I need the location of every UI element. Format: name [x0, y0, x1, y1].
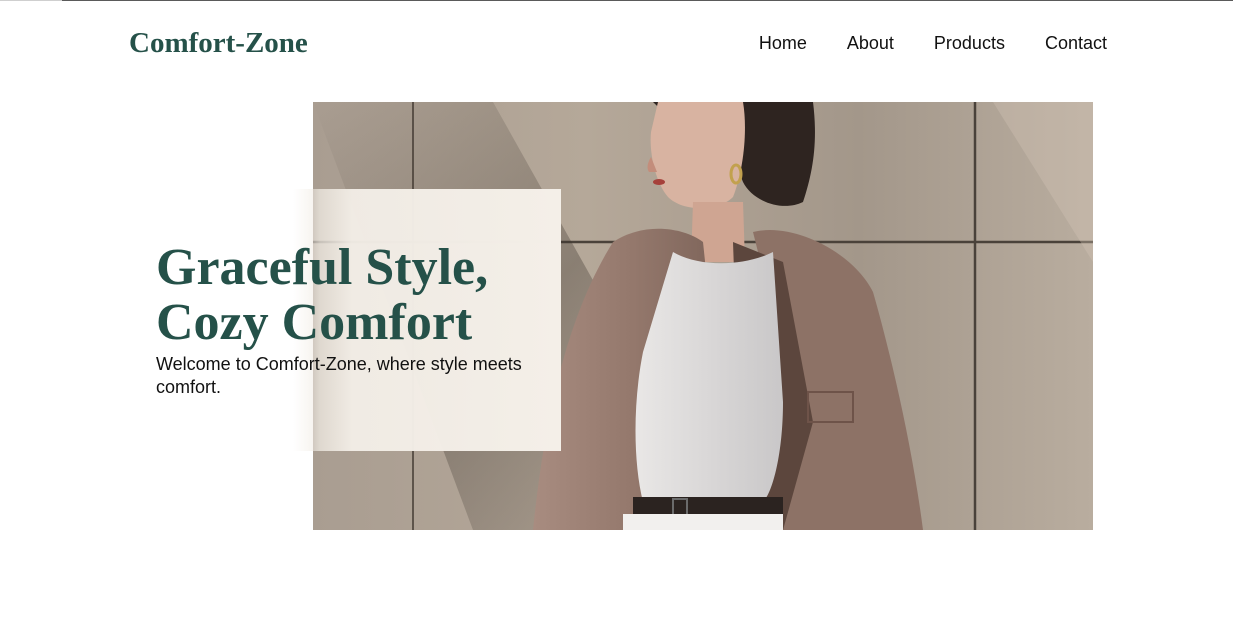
- hero-title: Graceful Style, Cozy Comfort: [156, 240, 556, 350]
- nav-link-home[interactable]: Home: [759, 31, 807, 55]
- nav-link-contact[interactable]: Contact: [1045, 31, 1107, 55]
- hero-subtitle: Welcome to Comfort-Zone, where style mee…: [156, 354, 522, 397]
- hero-title-line-2: Cozy Comfort: [156, 294, 473, 351]
- nav-link-products[interactable]: Products: [934, 31, 1005, 55]
- hero-title-line-1: Graceful Style,: [156, 239, 489, 296]
- main-nav: Home About Products Contact: [759, 31, 1107, 55]
- hero-content: Graceful Style, Cozy Comfort Welcome to …: [156, 240, 556, 399]
- site-logo[interactable]: Comfort-Zone: [129, 24, 308, 62]
- nav-link-about[interactable]: About: [847, 31, 894, 55]
- site-header: Comfort-Zone Home About Products Contact: [0, 0, 1233, 86]
